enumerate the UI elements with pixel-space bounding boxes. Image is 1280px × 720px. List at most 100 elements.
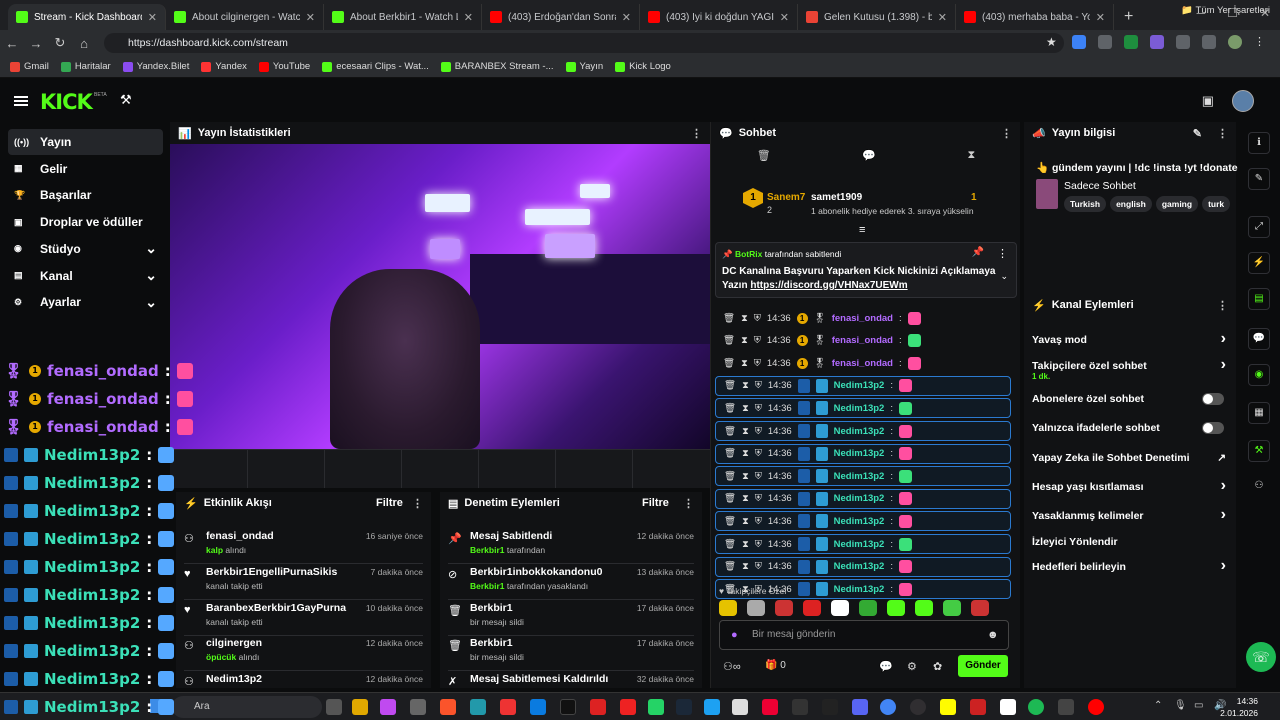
emote[interactable] — [747, 600, 765, 616]
profile-icon[interactable] — [1228, 35, 1242, 49]
broadcast-icon[interactable]: ◉ — [1248, 364, 1270, 386]
back-icon[interactable]: ← — [0, 36, 24, 51]
more-icon[interactable]: ⋮ — [1217, 127, 1228, 140]
feed-item[interactable]: ⊘ Berkbir1inbokkokandonu0 Berkbir1 tarafın… — [448, 564, 694, 600]
steam-icon[interactable] — [676, 699, 692, 715]
extension-icon[interactable] — [1098, 35, 1112, 49]
sidebar-item-stüdyo[interactable]: ◉ Stüdyo ⌄ — [8, 236, 163, 262]
shield-icon[interactable]: ⛨ — [755, 403, 762, 414]
share-icon[interactable]: ⚇ — [1248, 476, 1270, 498]
info-icon[interactable]: ℹ — [1248, 132, 1270, 154]
trash-icon[interactable]: 🗑 — [724, 516, 736, 527]
channel-action-item[interactable]: Yapay Zeka ile Sohbet Denetimi ↗ — [1032, 452, 1230, 464]
message-username[interactable]: Nedim13p2 — [834, 403, 885, 414]
hammer-icon[interactable]: ⚒ — [1248, 440, 1270, 462]
emote[interactable] — [859, 600, 877, 616]
chat-message[interactable]: 🗑 ⧗ ⛨ 14:36 1 🎖 fenasi_ondad: — [715, 308, 1011, 328]
app-icon[interactable] — [470, 699, 486, 715]
bookmark-item[interactable]: Kick Logo — [615, 61, 671, 72]
chat-message[interactable]: 🗑 ⧗ ⛨ 14:36 Nedim13p2: — [715, 421, 1011, 441]
chat-message[interactable]: 🗑 ⧗ ⛨ 14:36 Nedim13p2: — [715, 488, 1011, 509]
channel-action-item[interactable]: Hesap yaşı kısıtlaması › — [1032, 477, 1230, 494]
extension-icon[interactable] — [1150, 35, 1164, 49]
chat-message[interactable]: 🗑 ⧗ ⛨ 14:36 Nedim13p2: — [715, 511, 1011, 532]
app-icon[interactable] — [732, 699, 748, 715]
feed-item[interactable]: ⚇ fenasi_ondad kalp alındı 16 saniye önce — [184, 528, 423, 564]
avatar[interactable] — [1232, 90, 1254, 112]
trash-icon[interactable]: 🗑 — [724, 448, 736, 459]
copilot-icon[interactable] — [380, 699, 396, 715]
app-icon[interactable] — [620, 699, 636, 715]
channel-action-item[interactable]: Takipçilere özel sohbet 1 dk. › — [1032, 356, 1230, 381]
chat-icon[interactable]: 💬 — [1248, 328, 1270, 350]
trash-icon[interactable]: 🗑 — [724, 380, 736, 391]
emoji-icon[interactable]: ☻ — [987, 629, 999, 641]
message-username[interactable]: fenasi_ondad — [832, 358, 893, 369]
trash-icon[interactable]: 🗑 — [724, 403, 736, 414]
youtube-icon[interactable] — [500, 699, 516, 715]
hourglass-icon[interactable]: ⧗ — [742, 493, 749, 504]
emote[interactable] — [831, 600, 849, 616]
bookmark-item[interactable]: YouTube — [258, 61, 310, 72]
shield-icon[interactable]: ⛨ — [755, 493, 762, 504]
chevron-right-icon[interactable]: › — [1221, 477, 1226, 495]
tag-gaming[interactable]: gaming — [1155, 196, 1199, 212]
hammer-icon[interactable]: ⚒ — [120, 92, 132, 108]
trash-icon[interactable]: 🗑 — [724, 561, 736, 572]
tag-turkish[interactable]: Turkish — [1064, 196, 1107, 212]
shield-icon[interactable]: ⛨ — [755, 380, 762, 391]
more-icon[interactable]: ⋮ — [997, 247, 1008, 260]
app-icon[interactable] — [590, 699, 606, 715]
mic-icon[interactable]: ● — [731, 629, 738, 641]
message-username[interactable]: Nedim13p2 — [834, 493, 885, 504]
expand-icon[interactable]: ⤢ — [1248, 216, 1270, 238]
kick-logo[interactable]: KICK — [40, 90, 93, 114]
feed-item[interactable]: 📌 Mesaj Sabitlendi Berkbir1 tarafından 12 d… — [448, 528, 694, 564]
points-icon[interactable]: ⚇∞ — [723, 660, 741, 673]
hourglass-icon[interactable]: ⧗ — [742, 561, 749, 572]
feed-item[interactable]: ⚇ cilginergen öpücük alındı 12 dakika önce — [184, 635, 423, 672]
trash-icon[interactable]: 🗑 — [724, 426, 736, 437]
chat-input[interactable]: Bir mesaj gönderin — [719, 620, 1009, 650]
document-icon[interactable]: ▤ — [1248, 288, 1270, 310]
pin-icon[interactable]: 📌 — [972, 247, 984, 258]
hourglass-icon[interactable]: ⧗ — [742, 516, 749, 527]
shield-icon[interactable]: ⛨ — [755, 471, 762, 482]
pencil-icon[interactable]: ✎ — [1248, 168, 1270, 190]
leader-user[interactable]: Sanem7 — [767, 192, 805, 203]
stream-preview[interactable] — [170, 144, 710, 449]
emote[interactable] — [943, 600, 961, 616]
close-icon[interactable]: ✕ — [780, 11, 789, 24]
channel-action-item[interactable]: Yavaş mod › — [1032, 330, 1230, 347]
shield-icon[interactable]: ⛨ — [755, 539, 762, 550]
hourglass-icon[interactable]: ⧗ — [742, 380, 749, 391]
emote[interactable] — [719, 600, 737, 616]
hourglass-icon[interactable]: ⧗ — [741, 358, 748, 369]
message-username[interactable]: Nedim13p2 — [834, 471, 885, 482]
chevron-down-icon[interactable]: ⌄ — [145, 294, 157, 311]
network-icon[interactable]: ▭ — [1194, 700, 1203, 711]
chevron-down-icon[interactable]: ⌄ — [145, 240, 157, 257]
shield-icon[interactable]: ⛨ — [755, 516, 762, 527]
shield-icon[interactable]: ⛨ — [755, 426, 762, 437]
message-username[interactable]: fenasi_ondad — [832, 335, 893, 346]
message-username[interactable]: Nedim13p2 — [834, 584, 885, 595]
more-icon[interactable]: ⋮ — [1217, 299, 1228, 312]
more-icon[interactable]: ⋮ — [1001, 127, 1012, 140]
microphone-icon[interactable]: 🎙 — [1174, 700, 1187, 711]
chat-message[interactable]: 🗑 ⧗ ⛨ 14:36 Nedim13p2: — [715, 534, 1011, 554]
browser-tab[interactable]: (403) Erdoğan'dan Sonrası Hes ✕ — [482, 4, 640, 30]
browser-tab[interactable]: (403) İyi ki doğdun YAĞIZ - İsm ✕ — [640, 4, 798, 30]
hourglass-icon[interactable]: ⧗ — [742, 403, 749, 414]
tray-chevron-icon[interactable]: ⌃ — [1154, 700, 1162, 711]
sidebar-item-kanal[interactable]: ▤ Kanal ⌄ — [8, 263, 163, 289]
chevron-down-icon[interactable]: ⌄ — [1000, 271, 1008, 282]
chevron-down-icon[interactable]: ⌄ — [145, 267, 157, 284]
hourglass-icon[interactable]: ⧗ — [742, 471, 749, 482]
tag-english[interactable]: english — [1110, 196, 1152, 212]
bookmarks-folder[interactable]: 📁 Tüm Yer İşaretleri — [1181, 5, 1270, 16]
twitter-icon[interactable] — [704, 699, 720, 715]
collapse-icon[interactable]: ≡ — [859, 224, 865, 236]
app-icon[interactable] — [762, 699, 778, 715]
emote[interactable] — [775, 600, 793, 616]
